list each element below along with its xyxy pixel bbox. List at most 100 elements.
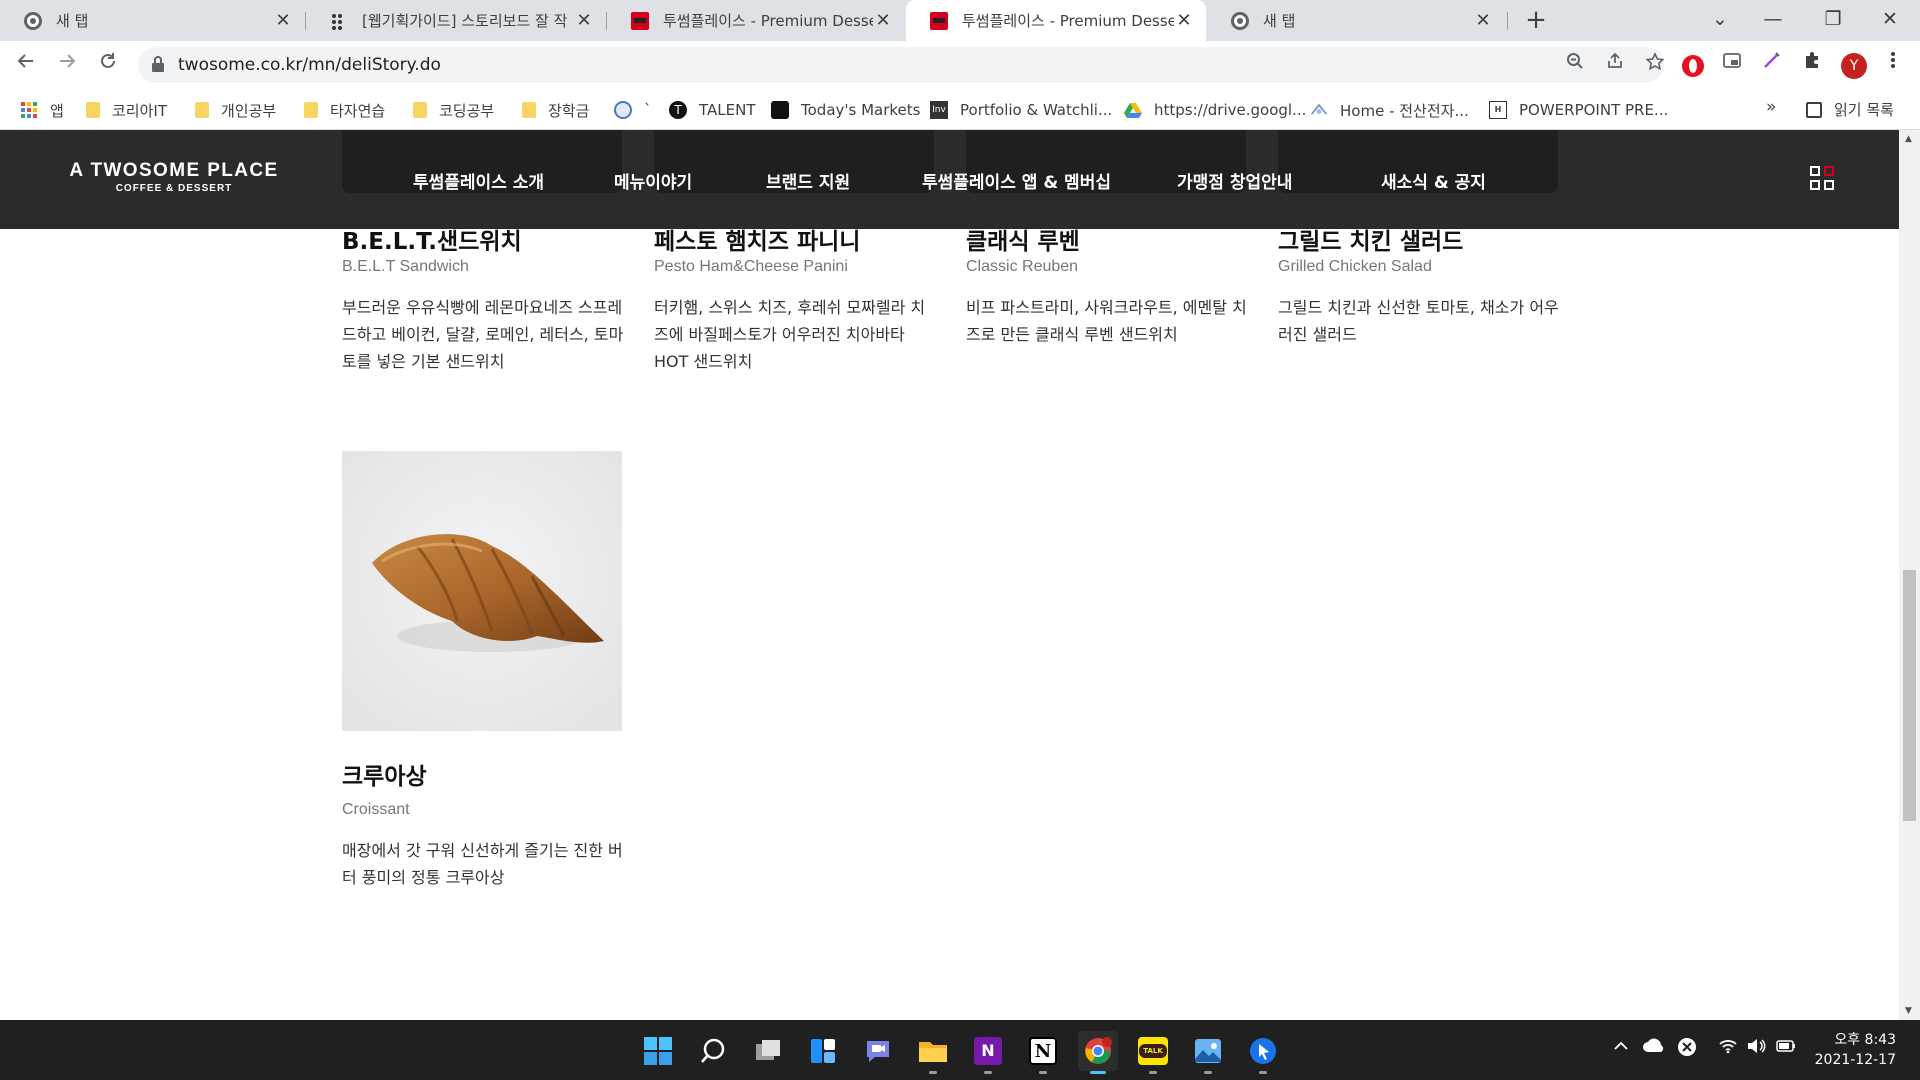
- tab-close-button[interactable]: ✕: [574, 10, 594, 31]
- nav-news[interactable]: 새소식 & 공지: [1381, 168, 1486, 193]
- url-text[interactable]: twosome.co.kr/mn/deliStory.do: [178, 55, 441, 75]
- bookmark-home[interactable]: Home - 전산전자...: [1310, 99, 1469, 121]
- status-tray[interactable]: [1677, 1037, 1697, 1062]
- item-name-en: Croissant: [342, 801, 410, 818]
- extensions-puzzle-icon[interactable]: [1796, 49, 1828, 81]
- photos-button[interactable]: [1188, 1031, 1228, 1074]
- menu-item-details: Classic Reuben 비프 파스트라미, 사워크라우트, 에멘탈 치즈로…: [966, 258, 1247, 348]
- pen-extension-icon[interactable]: [1756, 49, 1788, 81]
- tab-storyboard[interactable]: [웹기획가이드] 스토리보드 잘 작 ✕: [306, 0, 606, 41]
- volume-tray[interactable]: [1746, 1038, 1766, 1059]
- bookmark-star-icon[interactable]: [1642, 52, 1668, 78]
- profile-avatar[interactable]: Y: [1841, 53, 1867, 79]
- bookmarks-overflow-button[interactable]: »: [1766, 97, 1776, 117]
- bookmark-globe[interactable]: `: [614, 99, 652, 121]
- bookmark-apps[interactable]: 앱: [20, 99, 64, 121]
- all-menu-icon[interactable]: [1810, 166, 1835, 191]
- minimize-button[interactable]: —: [1745, 0, 1801, 41]
- tab-strip: 새 탭 ✕ [웹기획가이드] 스토리보드 잘 작 ✕ 투썸플레이스 - Prem…: [0, 0, 1920, 41]
- bookmark-label: 코리아IT: [112, 101, 167, 120]
- google-drive-icon: [1124, 103, 1142, 118]
- menu-item-croissant[interactable]: 크루아상 Croissant 매장에서 갓 구워 신선하게 즐기는 진한 버터 …: [342, 757, 623, 891]
- clock[interactable]: 오후 8:43 2021-12-17: [1812, 1030, 1896, 1070]
- chrome-icon: [1085, 1037, 1112, 1064]
- bookmark-label: 앱: [50, 101, 64, 120]
- share-icon[interactable]: [1602, 52, 1628, 78]
- bookmark-powerpoint[interactable]: H POWERPOINT PRE...: [1489, 99, 1668, 121]
- notion-button[interactable]: N: [1023, 1031, 1063, 1074]
- tab-close-button[interactable]: ✕: [1473, 10, 1493, 31]
- zoom-icon[interactable]: [1562, 52, 1588, 78]
- bookmark-folder-typing[interactable]: 타자연습: [304, 99, 385, 121]
- scroll-up-icon[interactable]: ▲: [1905, 134, 1912, 144]
- bookmark-folder-coding[interactable]: 코딩공부: [413, 99, 494, 121]
- opera-extension-icon[interactable]: [1682, 55, 1704, 77]
- logo-sub: COFFEE & DESSERT: [115, 183, 233, 194]
- file-explorer-button[interactable]: [913, 1031, 953, 1074]
- scrollbar-thumb[interactable]: [1903, 570, 1916, 821]
- bookmark-folder-scholarship[interactable]: 장학금: [522, 99, 589, 121]
- back-button[interactable]: [10, 49, 42, 81]
- bookmark-google-drive[interactable]: https://drive.googl...: [1124, 99, 1306, 121]
- nav-menu-story[interactable]: 메뉴이야기: [614, 168, 692, 193]
- scroll-down-icon[interactable]: ▼: [1905, 1006, 1912, 1016]
- widgets-icon: [811, 1039, 835, 1063]
- bookmark-talent[interactable]: T TALENT: [669, 99, 755, 121]
- onenote-icon: N: [974, 1037, 1002, 1065]
- folder-icon: [413, 102, 427, 118]
- tray-overflow-button[interactable]: [1612, 1038, 1630, 1059]
- battery-tray[interactable]: [1775, 1038, 1797, 1059]
- nav-brand-support[interactable]: 브랜드 지원: [766, 168, 850, 193]
- task-view-button[interactable]: [748, 1031, 788, 1071]
- address-bar[interactable]: twosome.co.kr/mn/deliStory.do: [138, 47, 1665, 83]
- bookmark-markets[interactable]: Today's Markets: [771, 99, 920, 121]
- teams-chat-icon: [867, 1041, 889, 1062]
- twosome-logo[interactable]: A TWOSOME PLACE COFFEE & DESSERT: [64, 160, 284, 194]
- nav-about[interactable]: 투썸플레이스 소개: [413, 168, 544, 193]
- bookmark-label: 장학금: [548, 101, 590, 120]
- forward-button[interactable]: [51, 49, 83, 81]
- bookmark-folder-study[interactable]: 개인공부: [195, 99, 276, 121]
- bookmark-investing[interactable]: Inv Portfolio & Watchli...: [930, 99, 1112, 121]
- teams-chat-button[interactable]: [858, 1031, 898, 1071]
- reload-button[interactable]: [92, 49, 124, 81]
- tab-twosome-active[interactable]: 투썸플레이스 - Premium Dessert ✕: [906, 0, 1206, 41]
- tab-title: 새 탭: [56, 12, 89, 30]
- tab-search-button[interactable]: ⌄: [1692, 0, 1748, 41]
- cast-extension-icon[interactable]: [1716, 49, 1748, 81]
- tab-new-1[interactable]: 새 탭 ✕: [0, 0, 305, 41]
- item-description: 매장에서 갓 구워 신선하게 즐기는 진한 버터 풍미의 정통 크루아상: [342, 841, 623, 887]
- croissant-image[interactable]: [342, 451, 622, 731]
- new-tab-button[interactable]: +: [1520, 5, 1552, 37]
- onedrive-tray[interactable]: [1642, 1038, 1666, 1059]
- tab-close-button[interactable]: ✕: [1174, 10, 1194, 31]
- site-header: A TWOSOME PLACE COFFEE & DESSERT 투썸플레이스 …: [0, 130, 1899, 229]
- onenote-button[interactable]: N: [968, 1031, 1008, 1074]
- tab-new-2[interactable]: 새 탭 ✕: [1207, 0, 1505, 41]
- tab-twosome-1[interactable]: 투썸플레이스 - Premium Dessert ✕: [607, 0, 905, 41]
- widgets-button[interactable]: [803, 1031, 843, 1071]
- taskbar-search[interactable]: [693, 1031, 733, 1071]
- chrome-taskbar-button[interactable]: [1078, 1031, 1118, 1074]
- tab-close-button[interactable]: ✕: [873, 10, 893, 31]
- nav-app-membership[interactable]: 투썸플레이스 앱 & 멤버십: [922, 168, 1111, 193]
- notion-icon: N: [1029, 1037, 1057, 1065]
- item-name-en: B.E.L.T Sandwich: [342, 258, 469, 275]
- lock-icon[interactable]: [152, 56, 164, 72]
- bookmark-folder-koreait[interactable]: 코리아IT: [86, 99, 167, 121]
- reading-list-button[interactable]: 읽기 목록: [1806, 99, 1894, 120]
- wifi-tray[interactable]: [1718, 1038, 1738, 1059]
- restore-button[interactable]: ❐: [1805, 0, 1861, 41]
- nav-franchise[interactable]: 가맹점 창업안내: [1177, 168, 1292, 193]
- page-scrollbar[interactable]: ▲ ▼: [1899, 130, 1920, 1020]
- app-button[interactable]: [1243, 1031, 1283, 1074]
- tab-close-button[interactable]: ✕: [273, 10, 293, 31]
- folder-icon: [86, 102, 100, 118]
- app-icon: [1250, 1038, 1276, 1064]
- menu-kebab-icon[interactable]: [1877, 49, 1909, 81]
- kakaotalk-button[interactable]: TALK: [1133, 1031, 1173, 1074]
- item-description: 그릴드 치킨과 신선한 토마토, 채소가 어우러진 샐러드: [1278, 298, 1559, 344]
- close-window-button[interactable]: ✕: [1862, 0, 1918, 41]
- bookmarks-bar: 앱 코리아IT 개인공부 타자연습 코딩공부 장학금 ` T TALENT To…: [0, 89, 1920, 130]
- start-button[interactable]: [638, 1031, 678, 1071]
